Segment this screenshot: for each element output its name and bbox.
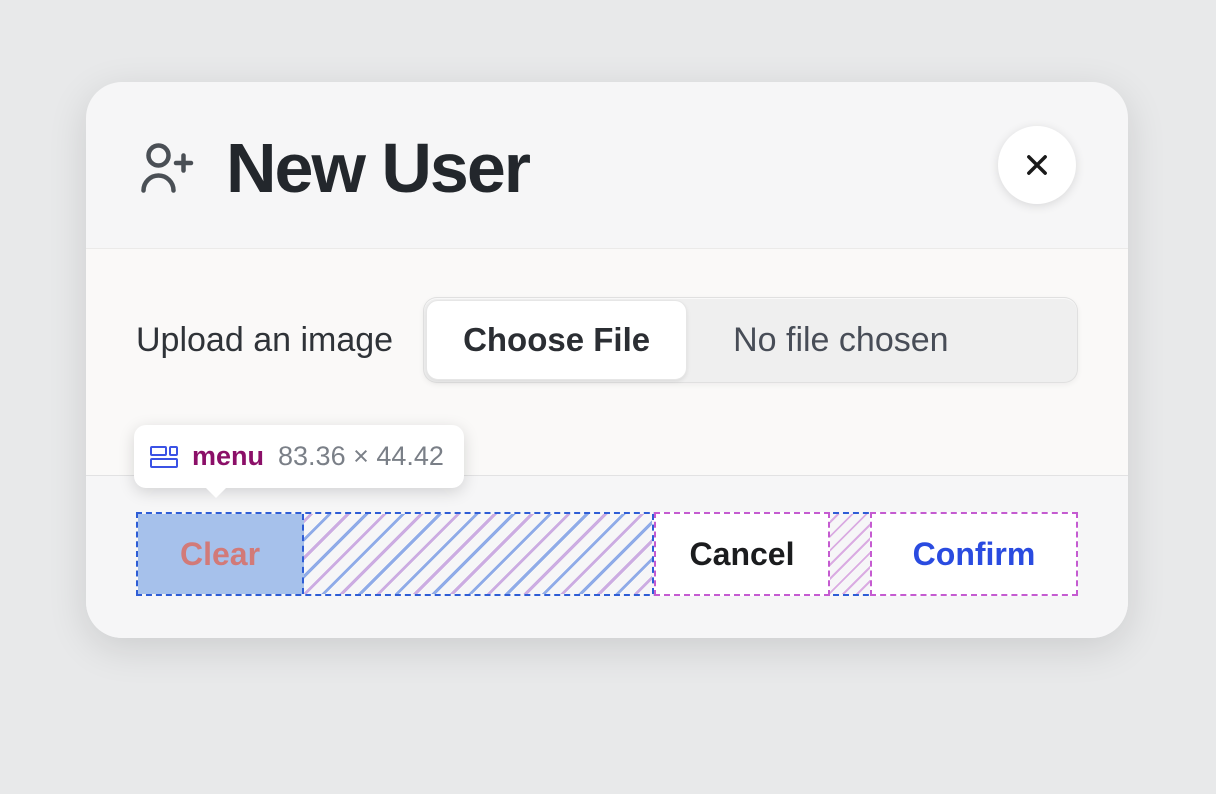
user-plus-icon [136,138,196,198]
button-menu-row: Clear Cancel Confirm [136,512,1078,596]
upload-label: Upload an image [136,321,393,360]
button-gap [830,514,870,594]
modal-header: New User [86,82,1128,248]
clear-button[interactable]: Clear [138,514,304,594]
inspector-tag-name: menu [192,441,264,472]
close-button[interactable] [998,126,1076,204]
flex-spacer [304,514,654,594]
file-status-text: No file chosen [689,298,1077,382]
layout-icon [150,446,178,468]
new-user-modal: New User Upload an image Choose File No … [86,82,1128,638]
choose-file-button[interactable]: Choose File [426,300,687,380]
modal-title: New User [226,128,529,208]
close-icon [1023,151,1051,179]
file-input-group: Choose File No file chosen [423,297,1078,383]
cancel-button[interactable]: Cancel [654,512,830,596]
inspector-dimensions: 83.36 × 44.42 [278,441,444,472]
modal-footer: Clear Cancel Confirm [86,475,1128,638]
confirm-button[interactable]: Confirm [870,512,1078,596]
devtools-inspector-tooltip: menu 83.36 × 44.42 [134,425,464,488]
upload-row: Upload an image Choose File No file chos… [136,297,1078,383]
